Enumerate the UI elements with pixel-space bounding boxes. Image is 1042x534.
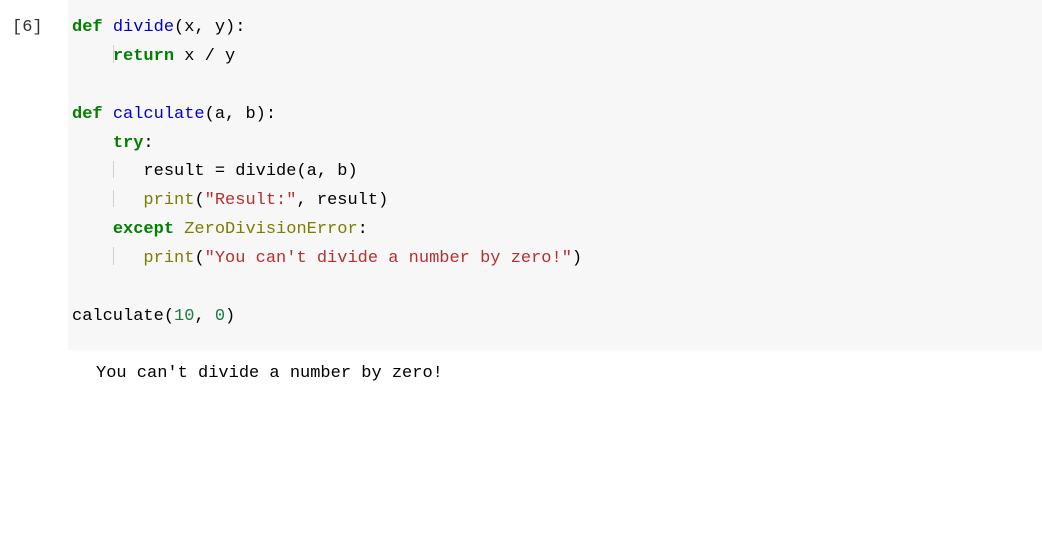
fn-print: print	[143, 191, 194, 210]
num-10: 10	[174, 307, 194, 326]
stdout-output: You can't divide a number by zero!	[68, 350, 1042, 399]
num-0: 0	[215, 307, 225, 326]
txt: (	[174, 18, 184, 37]
txt: (	[194, 249, 204, 268]
txt: ,	[225, 105, 245, 124]
id-x: x	[184, 47, 194, 66]
txt: )	[225, 307, 235, 326]
kw-return: return	[113, 47, 174, 66]
txt: ,	[194, 307, 214, 326]
indent-guide	[113, 161, 114, 179]
txt: (	[194, 191, 204, 210]
txt	[174, 220, 184, 239]
txt	[103, 105, 113, 124]
kw-try: try	[113, 134, 144, 153]
kw-def: def	[72, 18, 103, 37]
param-b: b	[245, 105, 255, 124]
str-result: "Result:"	[205, 191, 297, 210]
fn-calculate: calculate	[113, 105, 205, 124]
txt: (	[205, 105, 215, 124]
txt: , result)	[296, 191, 388, 210]
txt: :	[143, 134, 153, 153]
op-eq: =	[205, 162, 236, 181]
fn-print: print	[143, 249, 194, 268]
kw-def: def	[72, 105, 103, 124]
txt: )	[572, 249, 582, 268]
fn-divide: divide	[113, 18, 174, 37]
param-x: x	[184, 18, 194, 37]
txt: )	[225, 18, 235, 37]
call-divide: divide(a, b)	[235, 162, 357, 181]
indent-guide	[113, 190, 114, 208]
op-div: /	[194, 47, 225, 66]
txt	[103, 18, 113, 37]
code-cell: [6] def divide(x, y): return x / y def c…	[0, 0, 1042, 350]
code-input[interactable]: def divide(x, y): return x / y def calcu…	[68, 0, 1042, 350]
txt: ,	[194, 18, 214, 37]
str-zero: "You can't divide a number by zero!"	[205, 249, 572, 268]
txt: :	[266, 105, 276, 124]
id-result: result	[143, 162, 204, 181]
kw-except: except	[113, 220, 174, 239]
txt	[174, 47, 184, 66]
param-y: y	[215, 18, 225, 37]
param-a: a	[215, 105, 225, 124]
exc-zerodiv: ZeroDivisionError	[184, 220, 357, 239]
input-prompt: [6]	[0, 0, 68, 43]
txt: )	[256, 105, 266, 124]
output-prompt	[0, 350, 68, 364]
id-y: y	[225, 47, 235, 66]
indent-guide	[113, 247, 114, 265]
txt: :	[358, 220, 368, 239]
txt: :	[235, 18, 245, 37]
call-calculate: calculate(	[72, 307, 174, 326]
output-cell: You can't divide a number by zero!	[0, 350, 1042, 399]
